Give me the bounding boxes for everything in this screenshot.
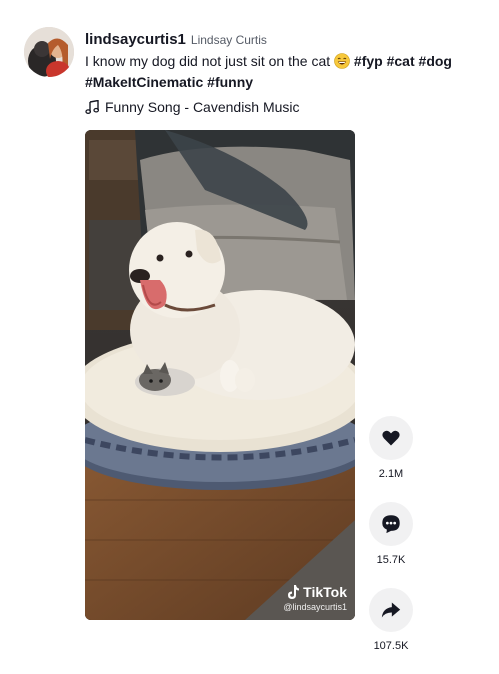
hashtag-link[interactable]: #cat: [387, 53, 415, 69]
hashtag-link[interactable]: #fyp: [354, 53, 383, 69]
tiktok-watermark: TikTok @lindsaycurtis1: [283, 584, 347, 612]
like-count: 2.1M: [378, 468, 404, 480]
like-action: 2.1M: [368, 416, 414, 480]
hashtag-link[interactable]: #dog: [419, 53, 452, 69]
tiktok-logo-icon: [288, 585, 300, 599]
comment-button[interactable]: [369, 502, 413, 546]
heart-icon: [382, 430, 400, 446]
caption-text: I know my dog did not just sit on the ca…: [85, 53, 331, 69]
author-username[interactable]: lindsaycurtis1: [85, 31, 186, 48]
tiktok-logo: TikTok: [283, 584, 347, 600]
watermark-brand: TikTok: [303, 584, 347, 600]
comment-count: 15.7K: [376, 554, 406, 566]
author-row: lindsaycurtis1 Lindsay Curtis: [85, 31, 485, 48]
share-button[interactable]: [369, 588, 413, 632]
laughing-emoji-icon: [334, 53, 350, 69]
post-header: lindsaycurtis1 Lindsay Curtis I know my …: [85, 31, 485, 115]
author-avatar[interactable]: [24, 27, 74, 77]
music-note-icon: [85, 100, 99, 114]
post-caption: I know my dog did not just sit on the ca…: [85, 51, 485, 93]
music-link[interactable]: Funny Song - Cavendish Music: [85, 99, 485, 115]
music-title: Funny Song - Cavendish Music: [105, 99, 300, 115]
like-button[interactable]: [369, 416, 413, 460]
watermark-handle: @lindsaycurtis1: [283, 602, 347, 612]
hashtag-link[interactable]: #MakeItCinematic: [85, 74, 203, 90]
video-frame: [85, 130, 355, 620]
share-action: 107.5K: [368, 588, 414, 652]
video-player[interactable]: TikTok @lindsaycurtis1: [85, 130, 355, 620]
share-arrow-icon: [381, 602, 401, 618]
comment-dots-icon: [382, 515, 400, 534]
author-nickname[interactable]: Lindsay Curtis: [191, 33, 267, 47]
comment-action: 15.7K: [368, 502, 414, 566]
hashtag-link[interactable]: #funny: [207, 74, 253, 90]
share-count: 107.5K: [373, 640, 409, 652]
action-bar: 2.1M 15.7K 107.5K: [368, 416, 414, 674]
